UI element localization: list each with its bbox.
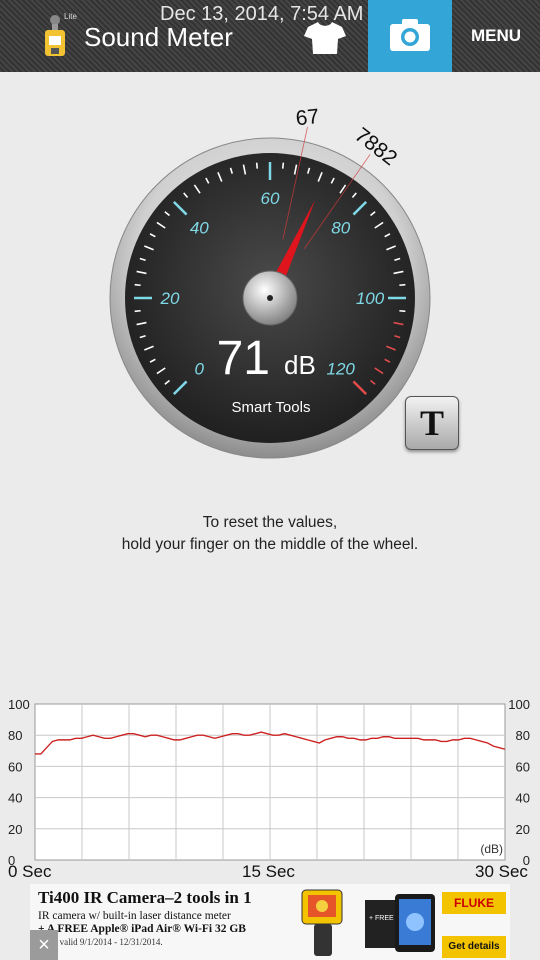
sound-level-gauge[interactable]: 0 20 40 60 80 100 120 67 7882 71 dB Smart Tools	[0, 100, 540, 480]
top-app-bar: Lite Sound Meter Dec 13, 2014, 7:54 AM M…	[0, 0, 540, 72]
graph-y-tick-right: 20	[516, 822, 530, 837]
gauge-tick-label: 20	[160, 289, 180, 308]
menu-button[interactable]: MENU	[452, 0, 540, 72]
text-toggle-button[interactable]: T	[405, 396, 459, 450]
ad-brand-logo: FLUKE	[442, 892, 506, 914]
ad-banner[interactable]: Ti400 IR Camera–2 tools in 1 IR camera w…	[30, 884, 510, 960]
history-graph: 100806040200 100806040200 (dB)	[8, 700, 530, 868]
gauge-tick	[134, 309, 141, 313]
camera-button[interactable]	[368, 0, 452, 72]
gauge-hub-pin	[267, 295, 273, 301]
ad-get-details-button[interactable]: Get details	[442, 936, 506, 958]
gauge-tick-label: 80	[331, 218, 350, 237]
ad-line-3: + A FREE Apple® iPad Air® Wi-Fi 32 GB	[38, 923, 246, 935]
graph-y-tick-left: 80	[8, 728, 22, 743]
graph-y-tick-left: 60	[8, 759, 22, 774]
graph-y-tick-left: 100	[8, 700, 30, 712]
gauge-tick-label: 0	[195, 360, 205, 379]
x-label-start: 0 Sec	[8, 862, 52, 881]
app-title: Sound Meter	[84, 22, 233, 52]
brand-label: Smart Tools	[232, 399, 311, 416]
gauge-tick-label: 60	[261, 189, 280, 208]
tshirt-icon[interactable]	[304, 20, 346, 56]
close-ad-icon[interactable]: ×	[30, 930, 58, 960]
graph-y-axis-right: 100806040200	[508, 700, 530, 868]
graph-y-tick-right: 80	[516, 728, 530, 743]
graph-y-tick-right: 60	[516, 759, 530, 774]
gauge-tick-label: 40	[190, 218, 209, 237]
graph-y-tick-right: 100	[508, 700, 530, 712]
graph-unit-label: (dB)	[480, 842, 503, 856]
gauge-tick	[281, 162, 285, 169]
ir-camera-image	[301, 889, 343, 956]
gauge-tick	[134, 283, 141, 287]
lite-badge: Lite	[64, 12, 77, 21]
max-marker-label: 7882	[350, 123, 401, 170]
camera-icon	[390, 19, 430, 51]
ad-headline: Ti400 IR Camera–2 tools in 1	[38, 888, 252, 907]
ad-line-2: IR camera w/ built-in laser distance met…	[38, 910, 231, 922]
graph-y-tick-left: 40	[8, 791, 22, 806]
graph-y-tick-right: 40	[516, 791, 530, 806]
gauge-tick	[399, 283, 406, 287]
gauge-tick	[255, 162, 259, 169]
reset-hint: To reset the values, hold your finger on…	[0, 512, 540, 556]
x-label-end: 30 Sec	[475, 862, 528, 881]
graph-y-tick-left: 20	[8, 822, 22, 837]
gauge-tick-label: 100	[356, 289, 385, 308]
reset-hint-line-2: hold your finger on the middle of the wh…	[121, 536, 419, 553]
db-unit: dB	[284, 350, 316, 380]
reset-hint-line-1: To reset the values,	[202, 514, 338, 531]
current-db-value: 71	[217, 332, 270, 385]
x-label-middle: 15 Sec	[242, 862, 295, 881]
min-marker-label: 67	[295, 105, 321, 130]
graph-y-axis-left: 100806040200	[8, 700, 30, 868]
ipad-image: + FREE GIFT	[365, 894, 435, 952]
gauge-tick	[399, 309, 406, 313]
gauge-tick-label: 120	[327, 360, 356, 379]
